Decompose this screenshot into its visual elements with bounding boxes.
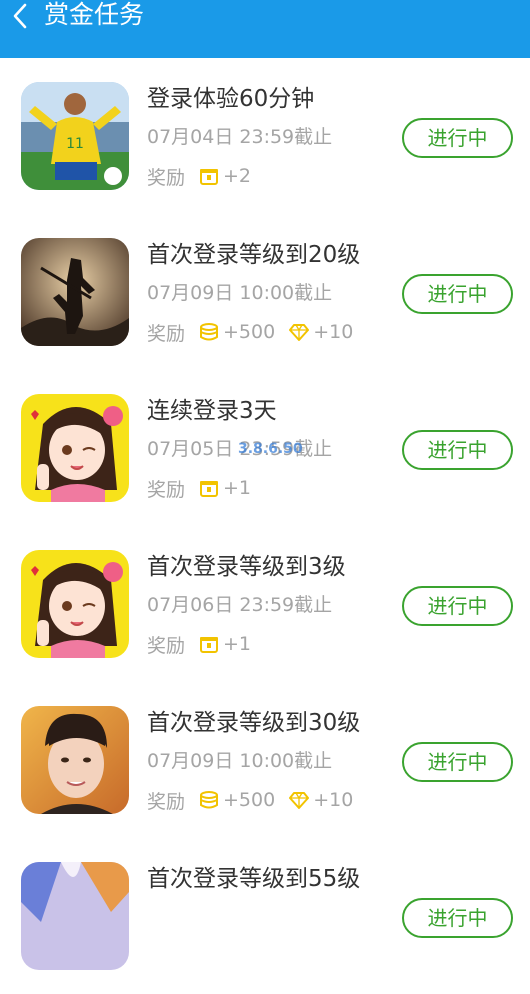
app-header: 赏金任务 [0,0,530,58]
task-reward: 奖励 +500 +10 [147,788,367,813]
coins-icon [199,790,219,810]
reward-label: 奖励 [147,322,186,345]
task-deadline: 07月06日 23:59截止 [147,594,333,616]
status-button[interactable]: 进行中 [402,586,513,626]
status-button[interactable]: 进行中 [402,118,513,158]
task-deadline: 07月09日 10:00截止 [147,282,333,304]
reward-value: +10 [313,789,354,811]
reward-label: 奖励 [147,166,186,189]
reward-label: 奖励 [147,634,186,657]
game-icon-football: 11 [21,82,129,190]
reward-label: 奖励 [147,478,186,501]
task-item[interactable]: 11 登录体验60分钟 07月04日 23:59截止 奖励 +2 进行中 [0,58,530,214]
reward-value: +500 [223,321,276,343]
overlay-watermark: 3.8.6.50 [238,441,303,457]
game-icon-warrior [21,238,129,346]
game-icon-fantasy [21,862,129,970]
gift-box-icon [199,634,219,654]
game-icon-portrait [21,706,129,814]
game-icon-anime-girl [21,394,129,502]
svg-text:11: 11 [66,136,84,152]
task-item[interactable]: 首次登录等级到55级 进行中 [0,838,530,994]
diamond-icon [289,322,310,342]
back-button[interactable] [8,2,34,30]
task-reward: 奖励 +1 [147,632,265,657]
task-reward: 奖励 +2 [147,164,265,189]
chevron-left-icon [13,3,27,29]
task-reward: 奖励 +500 +10 [147,320,367,345]
task-title: 首次登录等级到20级 [147,242,361,268]
task-deadline: 07月04日 23:59截止 [147,126,333,148]
reward-value: +1 [223,633,252,655]
task-deadline: 07月09日 10:00截止 [147,750,333,772]
reward-value: +2 [223,165,252,187]
reward-value: +1 [223,477,252,499]
reward-value: +10 [313,321,354,343]
page-title: 赏金任务 [44,0,145,29]
diamond-icon [289,790,310,810]
task-item[interactable]: 首次登录等级到3级 07月06日 23:59截止 奖励 +1 进行中 [0,526,530,682]
task-title: 连续登录3天 [147,398,277,424]
gift-box-icon [199,478,219,498]
task-item[interactable]: 首次登录等级到20级 07月09日 10:00截止 奖励 +500 +10 进行… [0,214,530,370]
task-item[interactable]: 首次登录等级到30级 07月09日 10:00截止 奖励 +500 +10 进行… [0,682,530,838]
game-icon-anime-girl [21,550,129,658]
task-list: 11 登录体验60分钟 07月04日 23:59截止 奖励 +2 进行中 首次登… [0,58,530,994]
task-title: 首次登录等级到55级 [147,866,361,892]
reward-label: 奖励 [147,790,186,813]
task-title: 首次登录等级到3级 [147,554,346,580]
status-button[interactable]: 进行中 [402,742,513,782]
status-button[interactable]: 进行中 [402,274,513,314]
status-button[interactable]: 进行中 [402,430,513,470]
gift-box-icon [199,166,219,186]
status-button[interactable]: 进行中 [402,898,513,938]
reward-value: +500 [223,789,276,811]
task-title: 首次登录等级到30级 [147,710,361,736]
task-reward: 奖励 +1 [147,476,265,501]
task-title: 登录体验60分钟 [147,86,315,112]
coins-icon [199,322,219,342]
